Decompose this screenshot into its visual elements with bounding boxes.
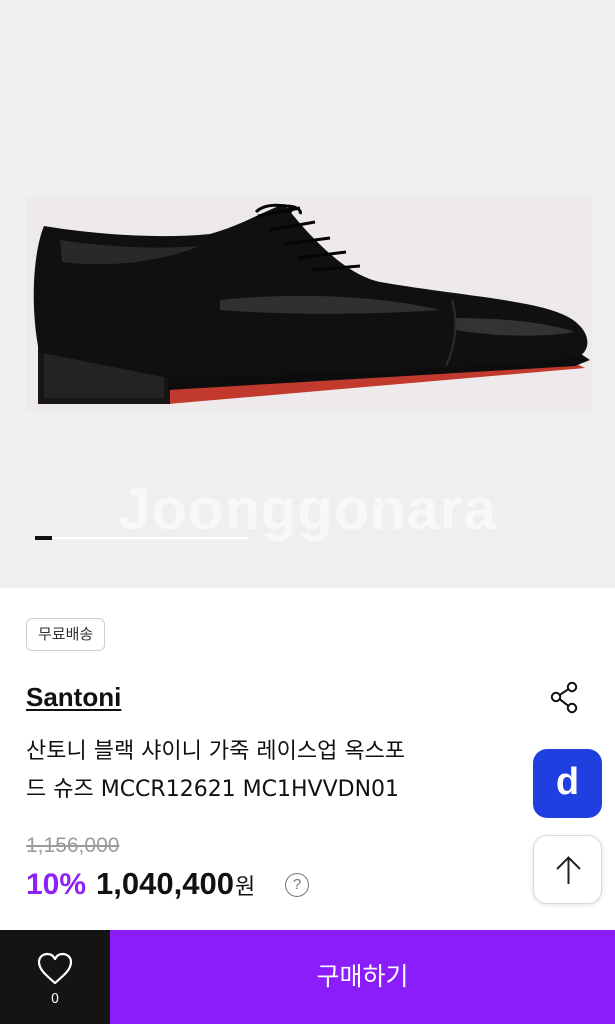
share-button[interactable]	[548, 680, 584, 716]
scroll-to-top-button[interactable]	[533, 835, 602, 904]
wishlist-button[interactable]: 0	[0, 930, 110, 1024]
wishlist-count: 0	[50, 992, 60, 1007]
original-price: 1,156,000	[26, 834, 120, 857]
gallery-progress-thumb	[35, 536, 52, 540]
gallery-progress-track	[35, 537, 249, 539]
d-logo-button[interactable]: d	[533, 749, 602, 818]
bottom-action-bar: 0 구매하기	[0, 930, 615, 1024]
free-shipping-badge: 무료배송	[26, 618, 106, 651]
product-title-line-1: 산토니 블랙 샤이니 가죽 레이스업 옥스포	[26, 739, 406, 764]
sale-price: 1,040,400	[96, 866, 234, 901]
currency-unit: 원	[234, 875, 256, 900]
discount-rate: 10%	[26, 868, 87, 901]
product-title: 산토니 블랙 샤이니 가죽 레이스업 옥스포 드 슈즈 MCCR12621 MC…	[26, 733, 486, 809]
product-image-gallery[interactable]: Joonggonara	[0, 0, 615, 588]
watermark: Joonggonara	[118, 477, 497, 542]
heart-icon	[37, 952, 73, 985]
price-help-icon[interactable]: ?	[285, 873, 309, 897]
arrow-up-icon	[556, 856, 581, 884]
buy-button[interactable]: 구매하기	[110, 930, 615, 1024]
product-title-line-2: 드 슈즈 MCCR12621 MC1HVVDN01	[26, 777, 400, 802]
share-icon	[550, 681, 578, 714]
price-row: 10% 1,040,400 원	[26, 866, 255, 906]
brand-link[interactable]: Santoni	[26, 682, 121, 713]
